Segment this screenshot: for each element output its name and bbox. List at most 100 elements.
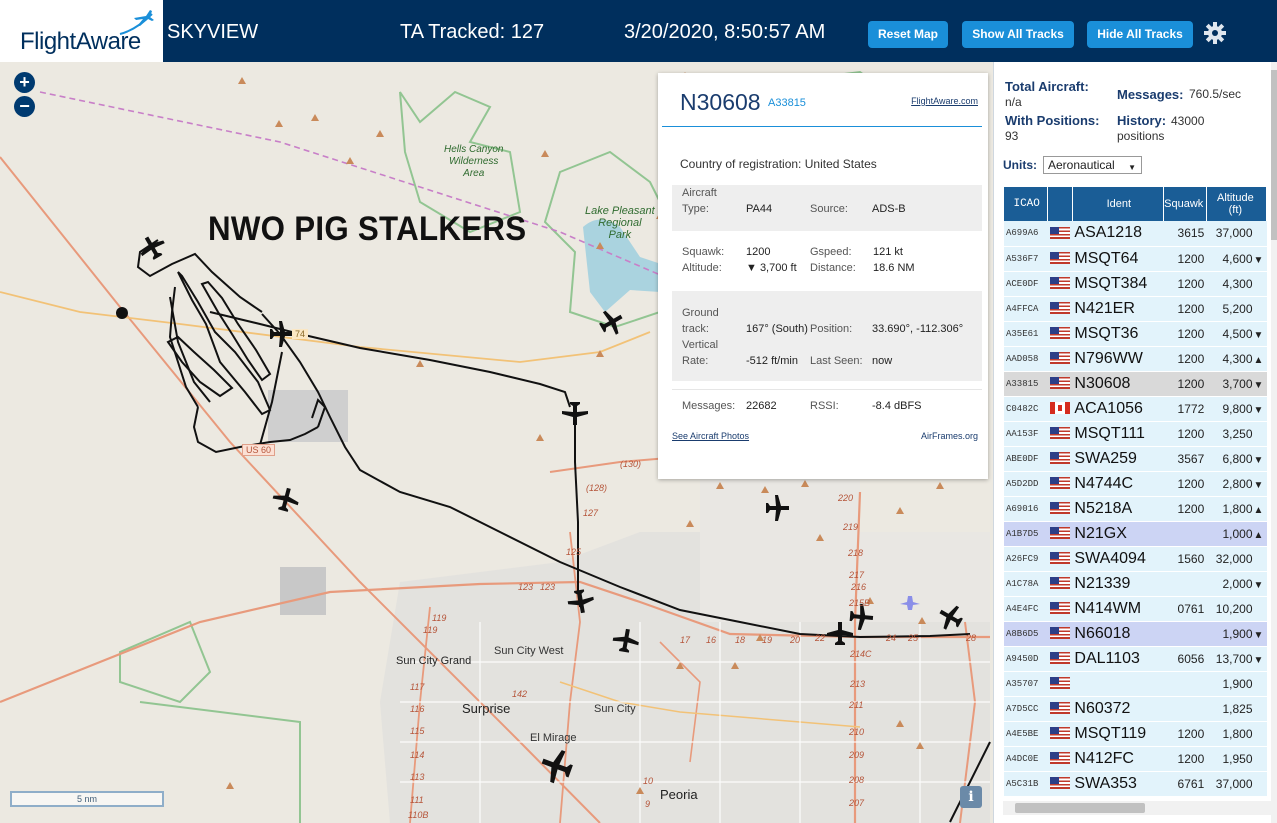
messages-value: 22682 [746,400,777,412]
zoom-out-button[interactable]: − [14,96,35,117]
ident-cell: N796WW [1072,346,1164,372]
altitude-cell: 1,000▲ [1206,521,1267,547]
road-label-119b: 119 [423,625,438,635]
table-row[interactable]: A4E4FC N414WM 0761 10,200 [1004,596,1267,622]
vrate-label: Vertical Rate: [682,339,719,367]
table-row[interactable]: A536F7 MSQT64 1200 4,600▼ [1004,246,1267,272]
table-row[interactable]: A5D2DD N4744C 1200 2,800▼ [1004,471,1267,497]
us-flag-icon [1049,652,1070,665]
position-value: 33.690°, -112.306° [872,323,964,335]
icao-cell: A5C31B [1004,771,1048,797]
col-flag[interactable] [1047,187,1073,221]
table-row[interactable]: A4E5BE MSQT119 1200 1,800 [1004,721,1267,747]
sidebar-horizontal-scroll-thumb[interactable] [1015,803,1145,813]
table-row[interactable]: ACE0DF MSQT384 1200 4,300 [1004,271,1267,297]
squawk-cell [1163,696,1207,722]
table-row[interactable]: A5C31B SWA353 6761 37,000 [1004,771,1267,797]
squawk-cell: 6761 [1163,771,1207,797]
table-row[interactable]: AA153F MSQT111 1200 3,250 [1004,421,1267,447]
units-select[interactable]: Aeronautical ▼ [1043,156,1142,174]
us-flag-icon [1049,552,1070,565]
altitude-value: 1,000 [1222,526,1253,541]
table-row[interactable]: A699A6 ASA1218 3615 37,000 [1004,221,1267,247]
table-row[interactable]: ABE0DF SWA259 3567 6,800▼ [1004,446,1267,472]
table-row[interactable]: A26FC9 SWA4094 1560 32,000 [1004,546,1267,572]
reset-map-button[interactable]: Reset Map [868,21,948,48]
col-altitude[interactable]: Altitude (ft) [1206,187,1268,221]
altitude-trend-icon: ▼ [1253,454,1264,466]
icao-cell: A8B6D5 [1004,621,1048,647]
road-label-18: 18 [735,635,746,645]
flag-cell [1047,696,1073,722]
aircraft-photos-link[interactable]: See Aircraft Photos [672,431,749,441]
table-row[interactable]: A4DC0E N412FC 1200 1,950 [1004,746,1267,772]
table-row[interactable]: A7D5CC N60372 1,825 [1004,696,1267,722]
flag-cell [1047,246,1073,272]
ident-cell: SWA259 [1072,446,1164,472]
sidebar-vertical-scroll-thumb[interactable] [1271,70,1277,240]
show-all-tracks-button[interactable]: Show All Tracks [962,21,1074,48]
flightaware-link[interactable]: FlightAware.com [911,96,978,106]
table-row[interactable]: A1B7D5 N21GX 1,000▲ [1004,521,1267,547]
popup-hex: A33815 [768,97,806,109]
altitude-cell: 4,300 [1206,271,1267,297]
table-row[interactable]: C0482C ACA1056 1772 9,800▼ [1004,396,1267,422]
gear-icon[interactable] [1202,20,1228,46]
flag-cell [1047,546,1073,572]
aircraft-info-popup: N30608 A33815 FlightAware.com Country of… [658,73,988,479]
airframes-link[interactable]: AirFrames.org [921,431,978,441]
road-label-114: 114 [410,750,425,760]
altitude-value: 9,800 [1222,401,1253,416]
icao-cell: ACE0DF [1004,271,1048,297]
overlay-title: NWO PIG STALKERS [208,210,527,248]
messages-rate-value: 760.5/sec [1189,87,1242,101]
road-label-10: 10 [643,776,654,786]
ident-cell: N4744C [1072,471,1164,497]
icao-cell: A5D2DD [1004,471,1048,497]
altitude-cell: 4,600▼ [1206,246,1267,272]
map-view[interactable]: + − NWO PIG STALKERS Hells Canyon Wilder… [0,62,993,823]
distance-label: Distance: [810,262,856,274]
us-flag-icon [1049,477,1070,490]
hide-all-tracks-button[interactable]: Hide All Tracks [1087,21,1193,48]
squawk-cell: 3615 [1163,221,1207,247]
altitude-trend-icon: ▼ [1253,479,1264,491]
table-row[interactable]: A9450D DAL1103 6056 13,700▼ [1004,646,1267,672]
icao-cell: ABE0DF [1004,446,1048,472]
flightaware-logo[interactable]: FlightAware [0,0,163,62]
flag-cell [1047,721,1073,747]
squawk-cell: 1200 [1163,371,1207,397]
road-label-28: 28 [966,633,977,643]
squawk-cell: 1200 [1163,271,1207,297]
track-label: Ground track: [682,307,719,335]
flag-cell [1047,646,1073,672]
road-label-217: 217 [849,570,865,580]
info-icon[interactable]: i [960,786,982,808]
flag-cell [1047,471,1073,497]
table-row[interactable]: AAD058 N796WW 1200 4,300▲ [1004,346,1267,372]
table-row[interactable]: A1C78A N21339 2,000▼ [1004,571,1267,597]
icao-cell: A1B7D5 [1004,521,1048,547]
table-row[interactable]: A35707 1,900 [1004,671,1267,697]
flag-cell [1047,221,1073,247]
table-row[interactable]: A69016 N5218A 1200 1,800▲ [1004,496,1267,522]
col-ident[interactable]: Ident [1072,187,1164,221]
top-bar: FlightAware SKYVIEW TA Tracked: 127 3/20… [0,0,1277,62]
road-label-218: 218 [848,548,864,558]
zoom-in-button[interactable]: + [14,72,35,93]
table-row[interactable]: A8B6D5 N66018 1,900▼ [1004,621,1267,647]
table-row[interactable]: A35E61 MSQT36 1200 4,500▼ [1004,321,1267,347]
col-squawk[interactable]: Squawk [1163,187,1207,221]
table-row[interactable]: A4FFCA N421ER 1200 5,200 [1004,296,1267,322]
ident-cell: MSQT384 [1072,271,1164,297]
altitude-cell: 9,800▼ [1206,396,1267,422]
altitude-cell: 37,000 [1206,771,1267,797]
us-flag-icon [1049,577,1070,590]
altitude-cell: 1,950 [1206,746,1267,772]
table-row[interactable]: A33815 N30608 1200 3,700▼ [1004,371,1267,397]
ident-cell: N21GX [1072,521,1164,547]
place-sun-city: Sun City [594,703,636,715]
altitude-trend-icon: ▲ [1253,354,1264,366]
col-icao[interactable]: ICAO [1004,187,1049,221]
ident-cell: DAL1103 [1072,646,1164,672]
